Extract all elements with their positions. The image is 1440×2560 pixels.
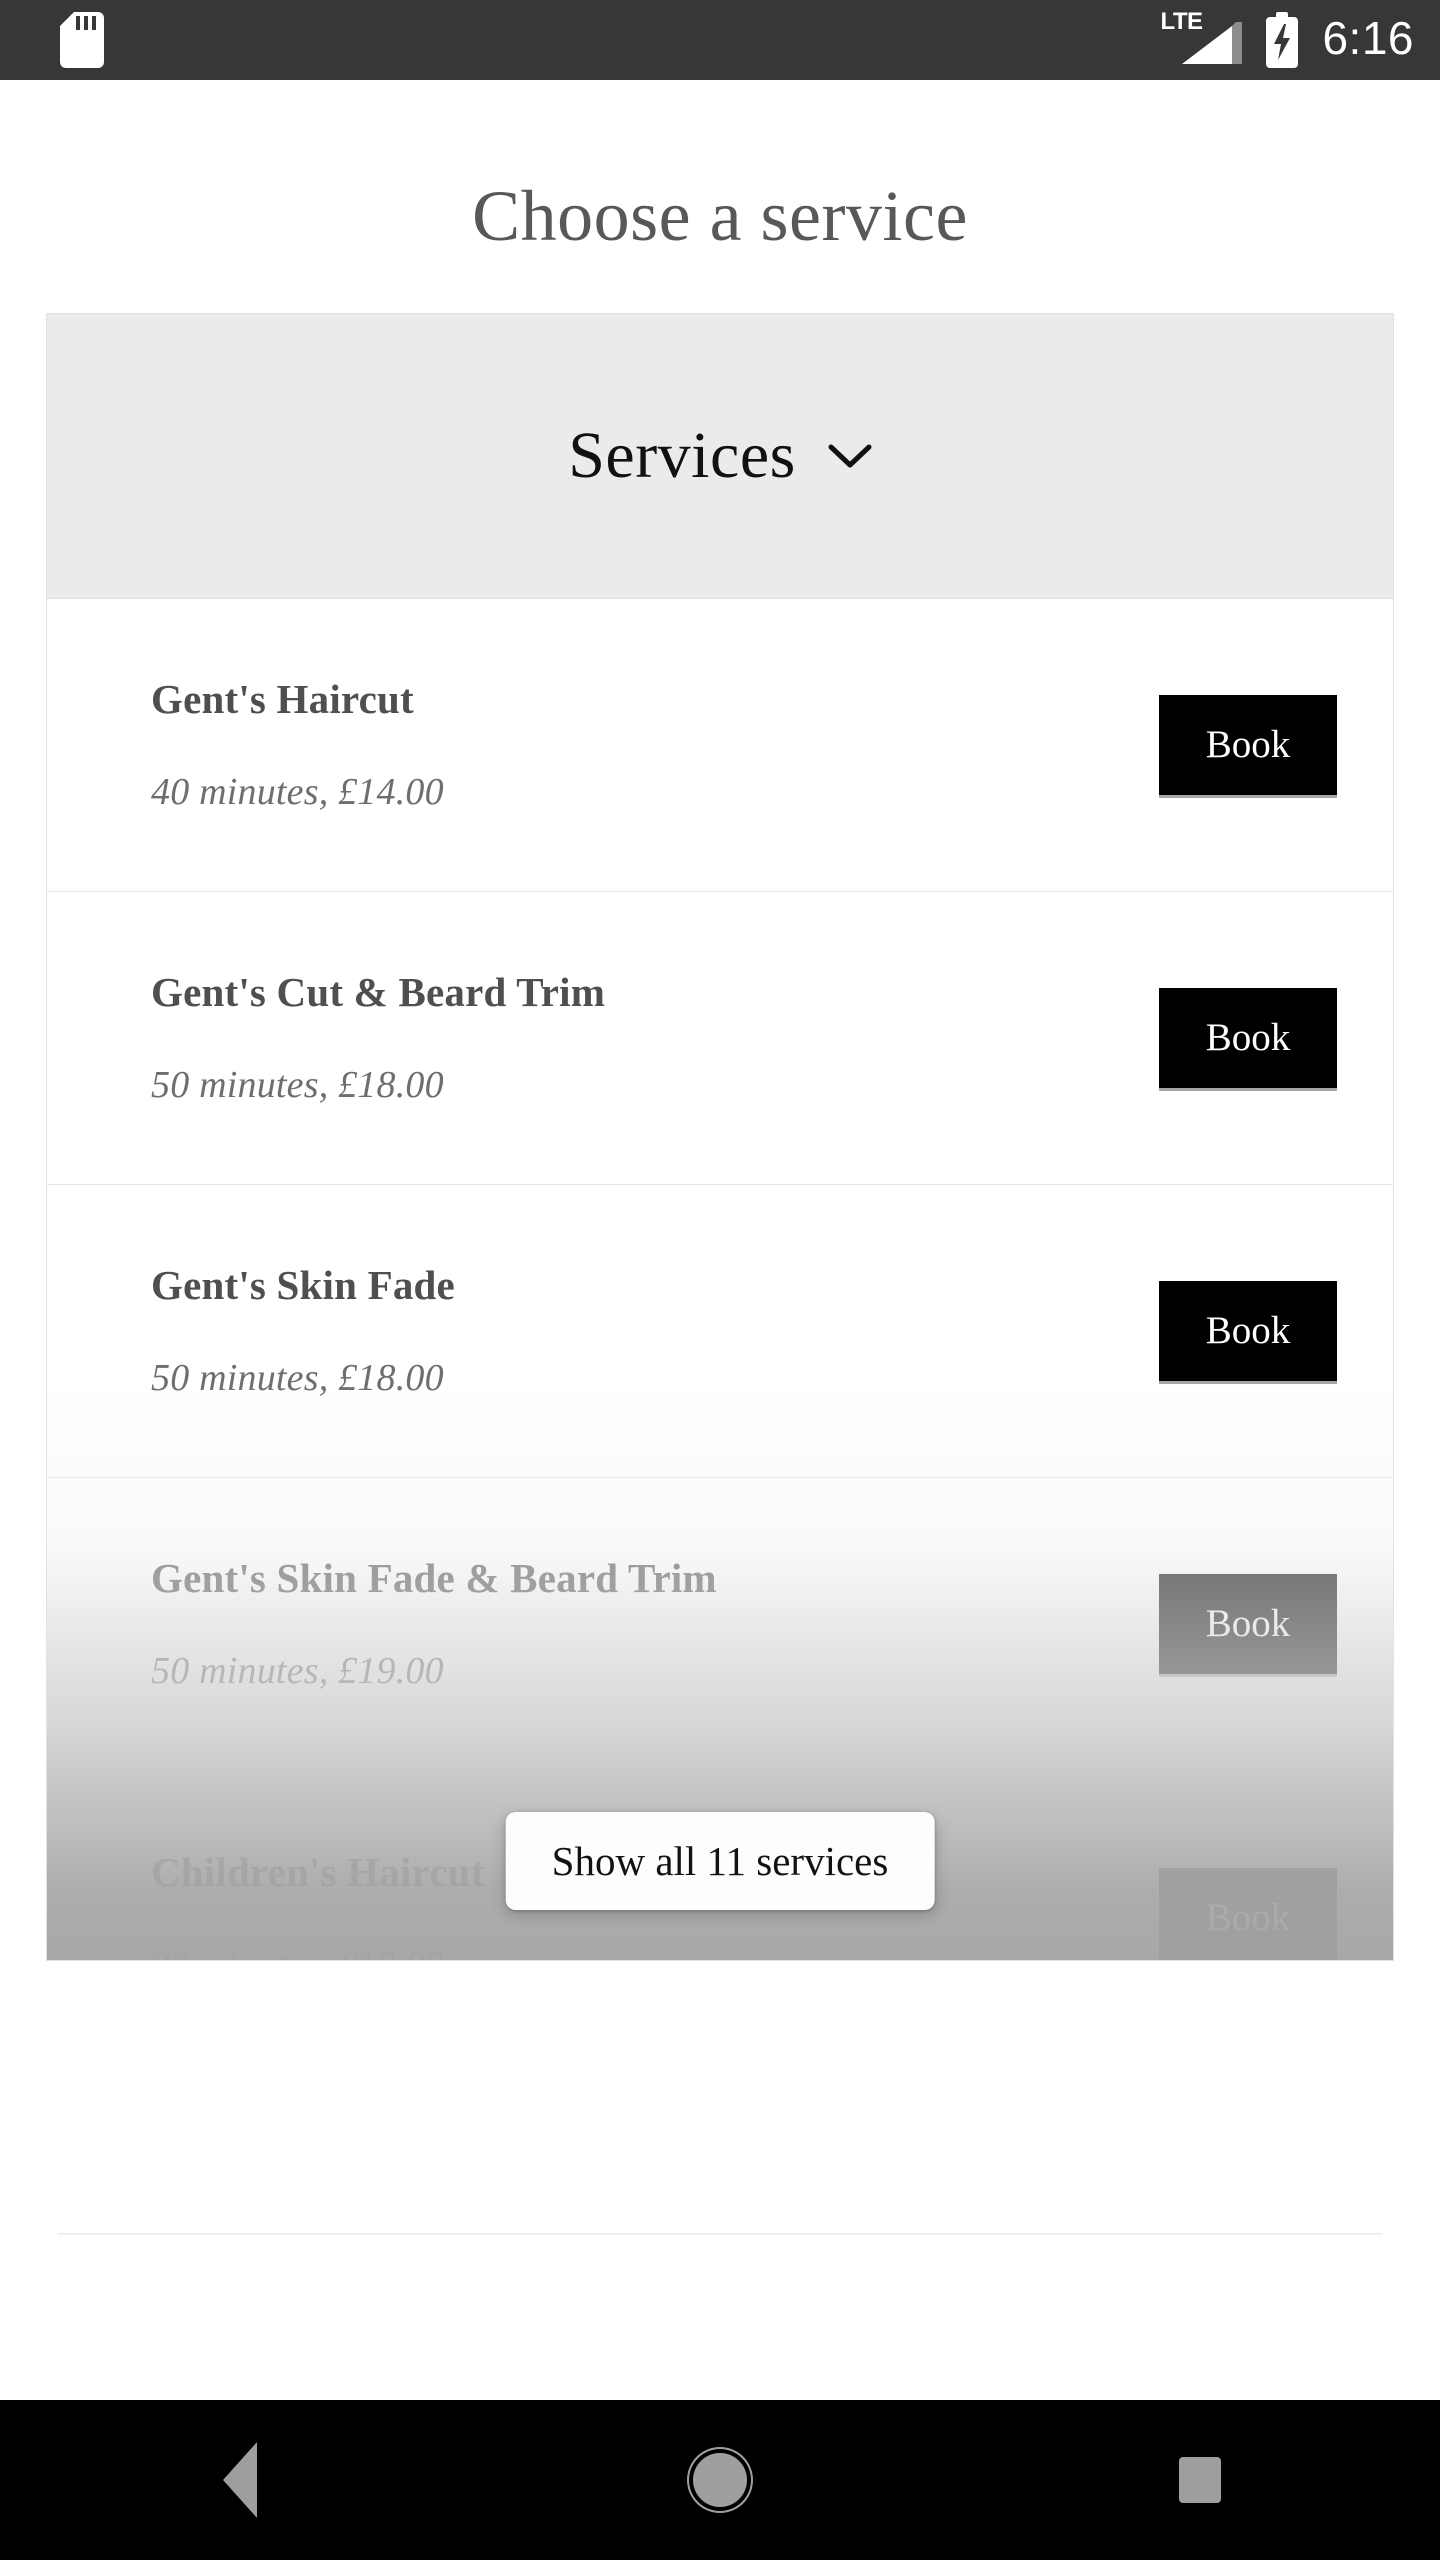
service-meta: 40 minutes, £14.00 bbox=[151, 771, 444, 813]
services-list: Gent's Haircut 40 minutes, £14.00 Book G… bbox=[47, 599, 1393, 1961]
service-row-3[interactable]: Gent's Skin Fade 50 minutes, £18.00 Book bbox=[47, 1185, 1393, 1478]
service-name: Gent's Cut & Beard Trim bbox=[151, 969, 606, 1015]
service-info: Gent's Haircut 40 minutes, £14.00 bbox=[151, 676, 1159, 813]
service-info: Gent's Skin Fade 50 minutes, £18.00 bbox=[151, 1262, 1159, 1399]
sim-card-icon bbox=[60, 12, 104, 68]
nav-home-button[interactable] bbox=[480, 2400, 960, 2560]
book-button[interactable]: Book bbox=[1159, 695, 1337, 795]
service-name: Gent's Haircut bbox=[151, 676, 414, 722]
services-dropdown-header[interactable]: Services bbox=[47, 314, 1393, 599]
service-row-2[interactable]: Gent's Cut & Beard Trim 50 minutes, £18.… bbox=[47, 892, 1393, 1185]
service-name: Gent's Skin Fade & Beard Trim bbox=[151, 1555, 717, 1601]
android-navigation-bar bbox=[0, 2400, 1440, 2560]
square-recents-icon bbox=[1179, 2457, 1221, 2503]
service-name: Gent's Skin Fade bbox=[151, 1262, 455, 1308]
book-button[interactable]: Book bbox=[1159, 1867, 1337, 1960]
footer-divider bbox=[58, 2233, 1382, 2235]
book-button[interactable]: Book bbox=[1159, 1574, 1337, 1674]
show-all-services-button[interactable]: Show all 11 services bbox=[505, 1812, 935, 1910]
services-dropdown-label: Services bbox=[568, 419, 796, 492]
status-bar-left-icons bbox=[60, 12, 104, 68]
service-row-4[interactable]: Gent's Skin Fade & Beard Trim 50 minutes… bbox=[47, 1478, 1393, 1771]
status-bar-clock: 6:16 bbox=[1322, 12, 1414, 64]
service-meta: 50 minutes, £18.00 bbox=[151, 1357, 444, 1399]
nav-recents-button[interactable] bbox=[960, 2400, 1440, 2560]
service-info: Gent's Skin Fade & Beard Trim 50 minutes… bbox=[151, 1555, 1159, 1692]
book-button[interactable]: Book bbox=[1159, 1281, 1337, 1381]
circle-home-icon bbox=[693, 2453, 747, 2507]
service-meta: 30 minutes, £10.00 bbox=[151, 1946, 1159, 1961]
service-meta: 50 minutes, £19.00 bbox=[151, 1650, 444, 1692]
service-meta: 50 minutes, £18.00 bbox=[151, 1064, 444, 1106]
status-bar-right-icons: LTE 6:16 bbox=[1160, 8, 1414, 68]
signal-bars-icon: LTE bbox=[1160, 8, 1243, 68]
battery-charging-icon bbox=[1264, 12, 1300, 68]
page-title: Choose a service bbox=[472, 176, 968, 256]
service-row-1[interactable]: Gent's Haircut 40 minutes, £14.00 Book bbox=[47, 599, 1393, 892]
services-card: Services Gent's Haircut 40 minutes, £14.… bbox=[46, 313, 1394, 1961]
android-status-bar: LTE 6:16 bbox=[0, 0, 1440, 80]
service-info: Gent's Cut & Beard Trim 50 minutes, £18.… bbox=[151, 969, 1159, 1106]
nav-back-button[interactable] bbox=[0, 2400, 480, 2560]
book-button[interactable]: Book bbox=[1159, 988, 1337, 1088]
triangle-back-icon bbox=[223, 2442, 257, 2518]
chevron-down-icon bbox=[828, 443, 872, 469]
page-content: Choose a service Services Gent's Haircut… bbox=[0, 80, 1440, 2400]
